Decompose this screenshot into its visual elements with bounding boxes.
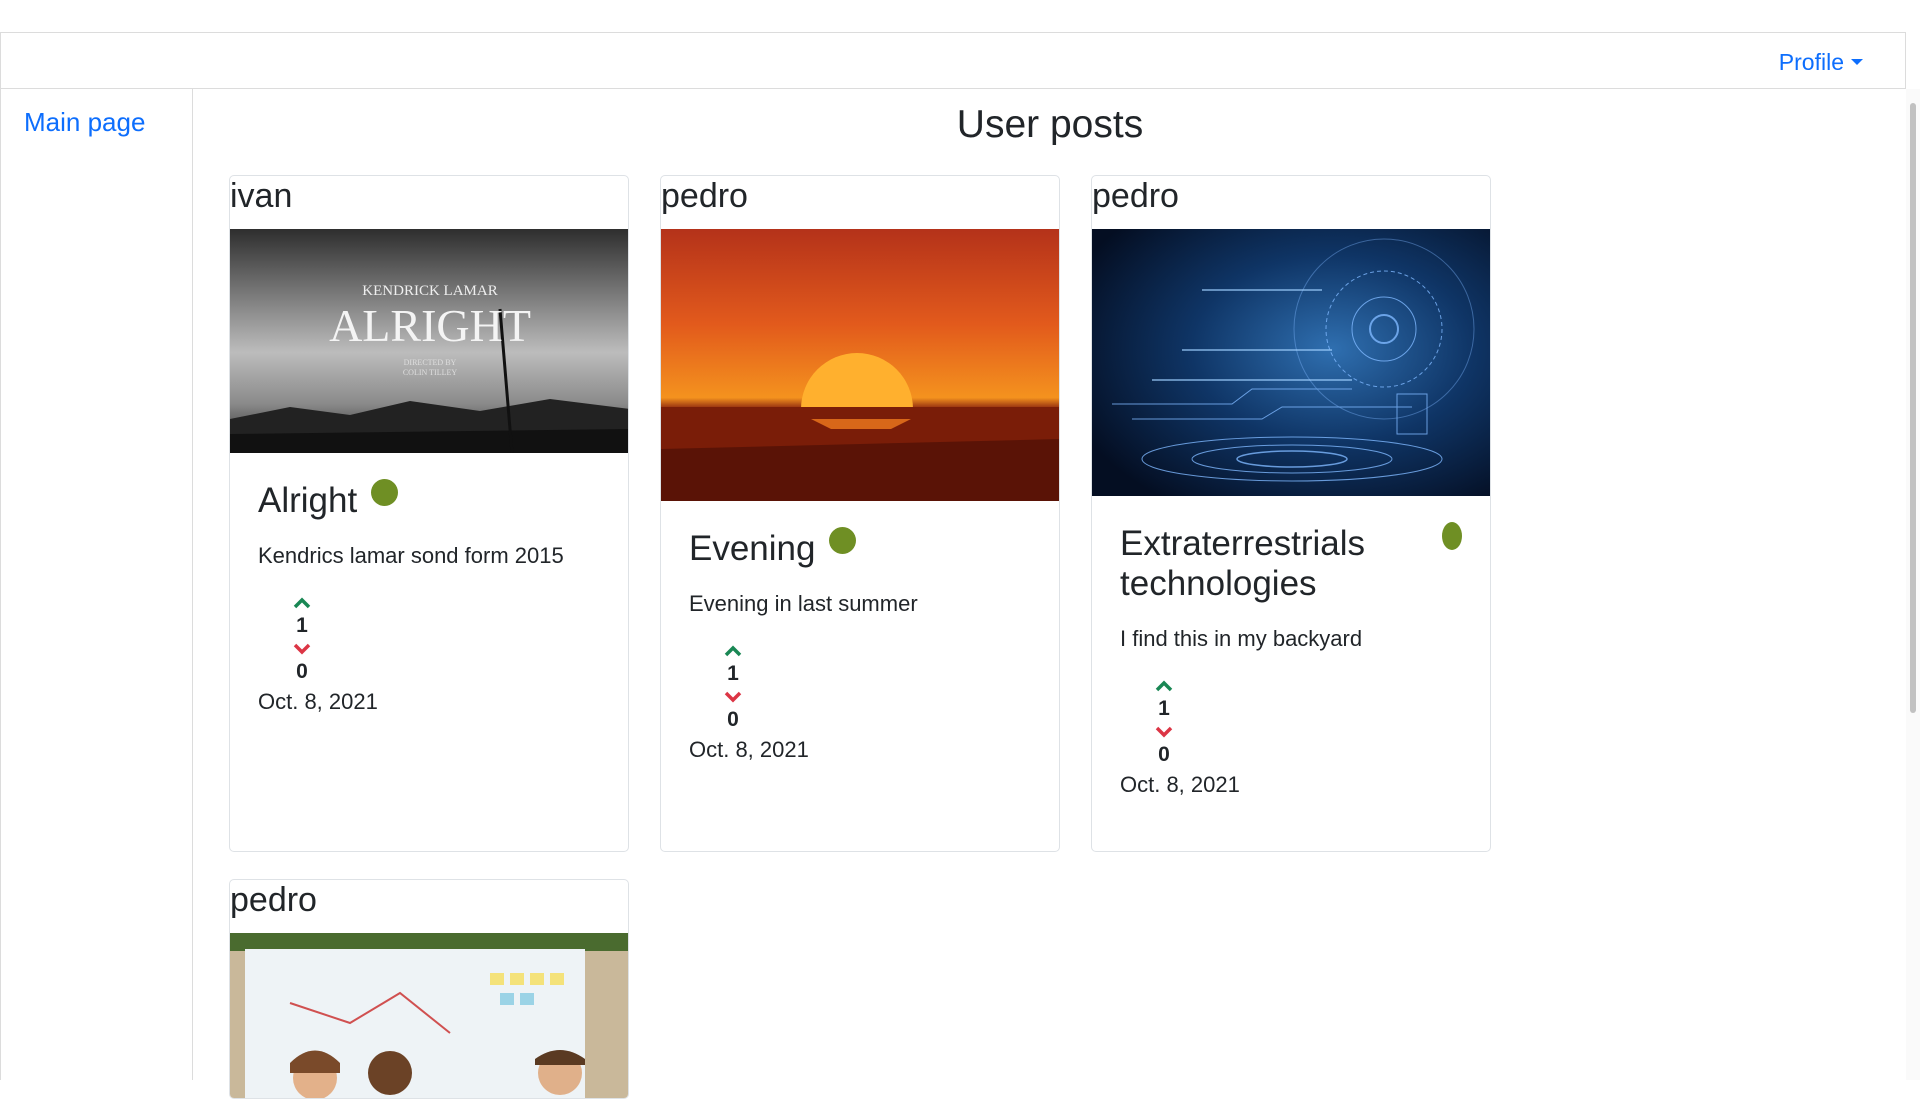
- status-dot: [371, 479, 399, 506]
- post-image: [230, 933, 628, 1098]
- image-caption: ALRIGHT: [329, 300, 531, 351]
- upvote-arrow-icon[interactable]: [1120, 676, 1208, 696]
- downvote-arrow-icon[interactable]: [689, 687, 777, 707]
- profile-dropdown[interactable]: Profile: [1779, 49, 1863, 76]
- post-title: Alright: [258, 481, 358, 520]
- post-card: pedro Evening Evening in last summer 1 0…: [660, 175, 1060, 852]
- post-description: Evening in last summer: [689, 591, 918, 616]
- post-image: KENDRICK LAMAR ALRIGHT DIRECTED BY COLIN…: [230, 229, 628, 453]
- post-author: ivan: [230, 177, 293, 215]
- top-navbar: Profile: [0, 32, 1906, 89]
- vertical-scrollbar[interactable]: [1906, 89, 1920, 1080]
- upvote-count: 1: [296, 614, 308, 637]
- post-card: pedro: [1091, 175, 1491, 852]
- caret-down-icon: [1851, 59, 1863, 65]
- vote-widget: 1 0: [689, 641, 777, 733]
- image-caption: DIRECTED BY: [404, 358, 457, 367]
- page-title: User posts: [956, 103, 1144, 146]
- downvote-count: 0: [727, 708, 739, 731]
- post-date: Oct. 8, 2021: [689, 737, 809, 762]
- profile-label: Profile: [1778, 49, 1844, 75]
- post-description: Kendrics lamar sond form 2015: [258, 543, 564, 568]
- post-date: Oct. 8, 2021: [258, 689, 378, 714]
- downvote-arrow-icon[interactable]: [258, 639, 346, 659]
- post-image: [661, 229, 1059, 501]
- downvote-count: 0: [1158, 743, 1170, 766]
- main-page-link[interactable]: Main page: [24, 107, 145, 138]
- sidebar: Main page: [0, 89, 193, 1080]
- upvote-count: 1: [1158, 697, 1170, 720]
- image-caption: KENDRICK LAMAR: [362, 283, 497, 299]
- upvote-count: 1: [727, 662, 739, 685]
- downvote-count: 0: [296, 660, 308, 683]
- post-card: ivan KENDRICK LAMAR ALRIGHT DIRECTED BY …: [229, 175, 629, 852]
- status-dot: [829, 527, 857, 554]
- post-author: pedro: [1092, 177, 1179, 215]
- vote-widget: 1 0: [1120, 676, 1208, 768]
- main-content: User posts ivan KENDRICK LAMAR ALRIGHT D…: [194, 89, 1906, 1099]
- post-image: [1092, 229, 1490, 496]
- image-caption: COLIN TILLEY: [403, 368, 458, 377]
- post-title: Evening: [689, 529, 816, 568]
- upvote-arrow-icon[interactable]: [258, 593, 346, 613]
- post-author: pedro: [661, 177, 748, 215]
- upvote-arrow-icon[interactable]: [689, 641, 777, 661]
- post-author: pedro: [230, 881, 317, 919]
- post-date: Oct. 8, 2021: [1120, 772, 1240, 797]
- post-card: pedro: [229, 879, 629, 1099]
- downvote-arrow-icon[interactable]: [1120, 722, 1208, 742]
- post-title: Extraterrestrials technologies: [1120, 524, 1366, 603]
- scrollbar-thumb[interactable]: [1910, 103, 1916, 713]
- post-description: I find this in my backyard: [1120, 626, 1363, 651]
- status-dot: [1442, 522, 1462, 550]
- vote-widget: 1 0: [258, 593, 346, 685]
